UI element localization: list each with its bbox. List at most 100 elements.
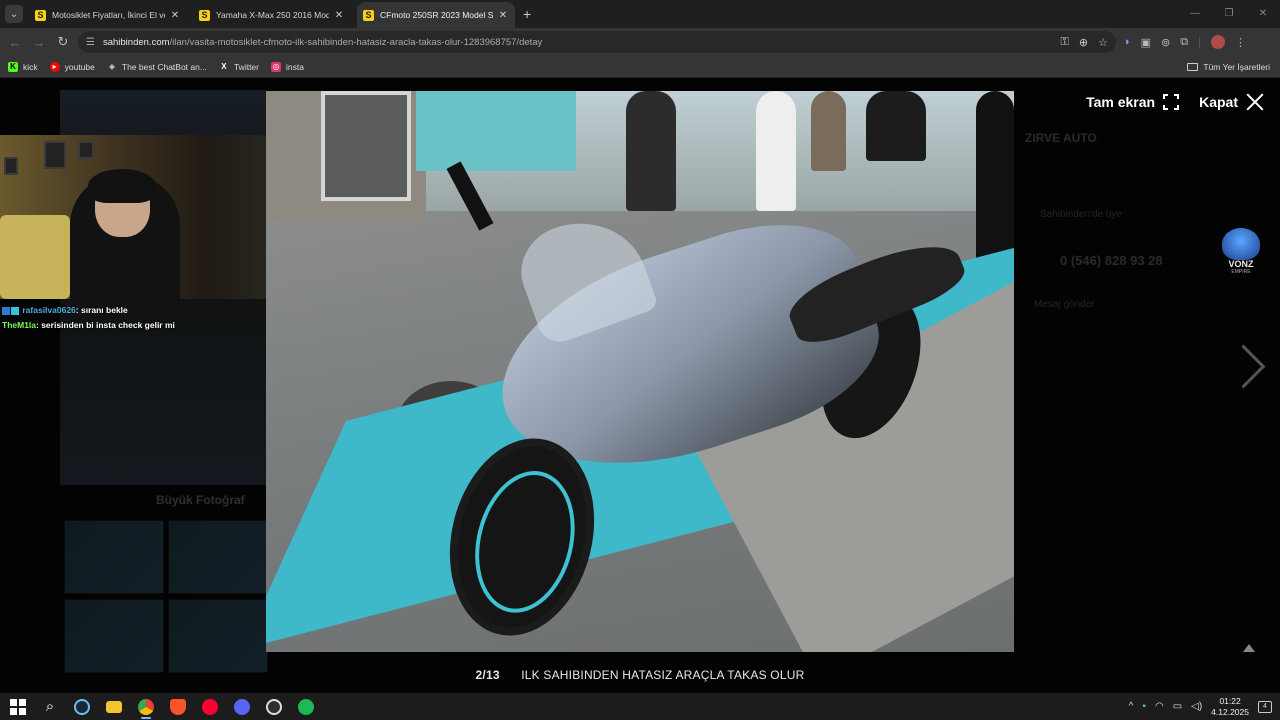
bookmark-label: kick	[23, 61, 38, 72]
tab-title: Yamaha X-Max 250 2016 Mode	[216, 10, 329, 20]
tab-cfmoto[interactable]: S CFmoto 250SR 2023 Model Su ✕	[357, 2, 515, 28]
chat-text: : sıranı bekle	[75, 305, 128, 315]
headset-icon[interactable]: ◠	[1155, 701, 1164, 712]
photo-counter: 2/13	[475, 668, 500, 682]
bench	[866, 91, 926, 161]
profile-avatar-icon[interactable]	[1211, 35, 1225, 49]
clock[interactable]: 01:22 4.12.2025	[1211, 696, 1249, 718]
tab-search-button[interactable]: ⌄	[5, 5, 23, 23]
wall-poster	[4, 157, 18, 175]
travel-agency-sign	[416, 91, 576, 171]
seller-phone[interactable]: 0 (546) 828 93 28	[1060, 253, 1163, 268]
reload-icon[interactable]: ↻	[51, 34, 75, 50]
chrome-icon[interactable]	[130, 693, 162, 720]
thumbnail[interactable]	[168, 599, 268, 673]
bookmark-label: Twitter	[233, 61, 259, 72]
close-icon[interactable]	[1246, 93, 1264, 111]
chatbot-icon: ◈	[108, 61, 115, 71]
youtube-icon: ▸	[49, 61, 60, 72]
bookmark-kick[interactable]: K kick	[8, 61, 38, 72]
close-tab-icon[interactable]: ✕	[497, 10, 509, 21]
bookmark-insta[interactable]: ◎ insta	[270, 61, 304, 72]
search-icon[interactable]: ⌕	[34, 693, 66, 720]
wall-poster	[44, 141, 66, 169]
extension-icon[interactable]: ⊚	[1161, 36, 1170, 49]
volume-icon[interactable]: ◁)	[1191, 701, 1202, 712]
browser-toolbar: ← → ↻ ☰ sahibinden.com/ilan/vasita-motos…	[0, 28, 1280, 56]
bookmark-star-icon[interactable]: ☆	[1098, 36, 1108, 49]
seller-name[interactable]: ZIRVE AUTO	[1025, 131, 1097, 145]
all-bookmarks-label: Tüm Yer İşaretleri	[1203, 62, 1270, 72]
fullscreen-icon[interactable]	[1163, 94, 1180, 110]
bookmark-youtube[interactable]: ▸ youtube	[49, 61, 95, 72]
person	[976, 91, 1014, 261]
seller-since: Sahibinden'de üye	[1040, 209, 1122, 220]
thumbnail[interactable]	[168, 520, 268, 594]
sahibinden-favicon-icon: S	[363, 9, 374, 21]
close-tab-icon[interactable]: ✕	[333, 10, 345, 21]
close-window-icon[interactable]: ✕	[1246, 0, 1280, 28]
url-path: /ilan/vasita-motosiklet-cfmoto-ilk-sahib…	[169, 36, 543, 48]
scroll-top-icon[interactable]	[1243, 644, 1255, 652]
divider: |	[1198, 36, 1201, 48]
site-info-icon[interactable]: ☰	[86, 37, 95, 48]
thumbnail[interactable]	[64, 599, 164, 673]
address-bar[interactable]: ☰ sahibinden.com/ilan/vasita-motosiklet-…	[78, 31, 1116, 53]
notification-icon[interactable]: 4	[1258, 700, 1272, 713]
kebab-menu-icon[interactable]: ⋮	[1235, 36, 1246, 49]
forward-icon[interactable]: →	[27, 35, 51, 50]
instagram-icon: ◎	[270, 61, 281, 72]
couch	[0, 215, 70, 299]
brave-icon[interactable]	[162, 693, 194, 720]
tab-yamaha[interactable]: S Yamaha X-Max 250 2016 Mode ✕	[193, 2, 351, 28]
extension-icon[interactable]: ▣	[1141, 36, 1151, 49]
tab-title: CFmoto 250SR 2023 Model Su	[380, 10, 493, 20]
fullscreen-label[interactable]: Tam ekran	[1086, 94, 1155, 110]
tab-title: Motosiklet Fiyatları, İkinci El ve	[52, 10, 165, 20]
password-key-icon[interactable]: ⚿	[1061, 36, 1069, 49]
tray-app-icon[interactable]: ▪	[1142, 701, 1146, 712]
steam-icon[interactable]	[66, 693, 98, 720]
streamer-webcam	[0, 135, 293, 299]
sahibinden-favicon-icon: S	[35, 9, 46, 21]
kick-icon: K	[8, 61, 18, 72]
watermark-subtext: EMPIRE	[1231, 269, 1251, 275]
tab-motosiklet[interactable]: S Motosiklet Fiyatları, İkinci El ve ✕	[29, 2, 187, 28]
bookmark-label: youtube	[64, 61, 95, 72]
clock-date: 4.12.2025	[1211, 706, 1249, 717]
shop-door	[321, 91, 411, 201]
vonz-watermark: VONZ EMPIRE	[1220, 228, 1262, 284]
back-icon[interactable]: ←	[3, 35, 27, 50]
all-bookmarks[interactable]: Tüm Yer İşaretleri	[1187, 56, 1270, 78]
chat-username: rafasilva0626	[22, 305, 76, 315]
lightbox-photo[interactable]	[266, 91, 1014, 652]
window-controls: — ❐ ✕	[1178, 0, 1280, 28]
puzzle-icon[interactable]: ⧉	[1180, 36, 1188, 49]
bookmark-label: insta	[285, 61, 304, 72]
send-message-link[interactable]: Mesaj gönder	[1034, 299, 1095, 310]
bookmark-twitter[interactable]: X Twitter	[219, 62, 259, 72]
wolf-logo-icon	[1222, 228, 1260, 260]
network-icon[interactable]: ▭	[1173, 701, 1182, 712]
spotify-icon[interactable]	[290, 693, 322, 720]
system-tray: ^ ▪ ◠ ▭ ◁) 01:22 4.12.2025 4	[1129, 693, 1272, 720]
omnibox-actions: ⚿ ⊕ ☆	[1061, 31, 1108, 53]
youtube-music-icon[interactable]	[194, 693, 226, 720]
windows-start-icon[interactable]	[2, 693, 34, 720]
big-photo-label[interactable]: Büyük Fotoğraf	[156, 493, 245, 507]
discord-icon[interactable]	[226, 693, 258, 720]
close-label[interactable]: Kapat	[1199, 94, 1238, 110]
chevron-up-icon[interactable]: ^	[1129, 701, 1134, 712]
file-explorer-icon[interactable]	[98, 693, 130, 720]
zoom-icon[interactable]: ⊕	[1079, 36, 1088, 49]
lightbox-controls: Tam ekran Kapat	[1086, 93, 1264, 111]
thumbnail[interactable]	[64, 520, 164, 594]
restore-icon[interactable]: ❐	[1212, 0, 1246, 28]
obs-icon[interactable]	[258, 693, 290, 720]
next-photo-chevron-icon[interactable]	[1228, 343, 1258, 393]
new-tab-icon[interactable]: +	[523, 6, 531, 22]
close-tab-icon[interactable]: ✕	[169, 10, 181, 21]
extension-icon[interactable]: ◗	[1124, 36, 1131, 48]
bookmark-chatbot[interactable]: ◈ The best ChatBot an...	[107, 62, 207, 72]
minimize-icon[interactable]: —	[1178, 0, 1212, 28]
